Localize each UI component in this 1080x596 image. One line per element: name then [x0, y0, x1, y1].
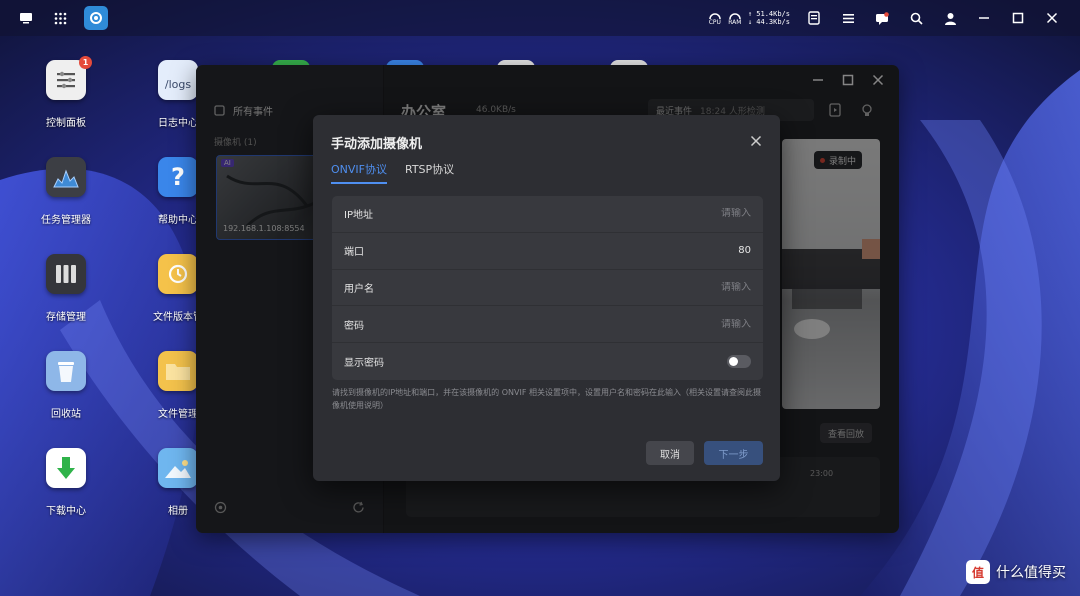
- system-monitor[interactable]: CPU RAM ↑ 51.4Kb/s ↓ 44.3Kb/s: [708, 10, 790, 26]
- port-row: 端口: [332, 233, 763, 270]
- port-input[interactable]: [551, 245, 751, 257]
- dialog-hint: 请找到摄像机的IP地址和端口，并在该摄像机的 ONVIF 相关设置项中，设置用户…: [332, 388, 761, 410]
- settings-list-icon[interactable]: [838, 8, 858, 28]
- search-icon[interactable]: [906, 8, 926, 28]
- control-panel-icon: 1: [46, 56, 92, 100]
- protocol-tabs: ONVIF协议 RTSP协议: [331, 161, 454, 184]
- username-input[interactable]: [551, 281, 751, 293]
- cancel-button[interactable]: 取消: [646, 441, 694, 465]
- camera-form: IP地址 端口 用户名 密码 显示密码: [332, 196, 763, 380]
- user-icon[interactable]: [940, 8, 960, 28]
- tab-rtsp[interactable]: RTSP协议: [405, 161, 454, 184]
- help-icon-text: ?: [171, 163, 185, 191]
- username-label: 用户名: [344, 283, 374, 295]
- ip-label: IP地址: [344, 210, 373, 222]
- photos-icon: [158, 448, 198, 488]
- logs-icon-text: /logs: [164, 77, 192, 91]
- ram-label: RAM: [728, 18, 742, 26]
- network-speed: ↑ 51.4Kb/s ↓ 44.3Kb/s: [748, 10, 790, 26]
- logs-icon: /logs: [158, 60, 198, 100]
- task-manager-icon: [46, 157, 86, 197]
- desktop-icon-download-center[interactable]: 下载中心: [23, 448, 109, 517]
- desktop-icon-task-manager[interactable]: 任务管理器: [23, 157, 109, 226]
- camera-app-icon[interactable]: [84, 6, 108, 30]
- show-password-toggle[interactable]: [727, 355, 751, 369]
- password-input[interactable]: [551, 318, 751, 330]
- minimize-icon[interactable]: [974, 8, 994, 28]
- topbar-right: CPU RAM ↑ 51.4Kb/s ↓ 44.3Kb/s: [708, 0, 1062, 36]
- watermark-logo-icon: 值: [966, 560, 990, 584]
- desktop-icon-label: 回收站: [51, 409, 81, 420]
- show-password-label: 显示密码: [344, 358, 384, 370]
- storage-icon[interactable]: [804, 8, 824, 28]
- download-center-icon: [46, 448, 86, 488]
- tab-onvif[interactable]: ONVIF协议: [331, 161, 387, 184]
- cpu-label: CPU: [708, 18, 721, 26]
- watermark-text: 什么值得买: [996, 565, 1066, 581]
- storage-manager-icon: [46, 254, 86, 294]
- next-button[interactable]: 下一步: [704, 441, 763, 465]
- message-icon[interactable]: [872, 8, 892, 28]
- password-label: 密码: [344, 320, 364, 332]
- port-label: 端口: [344, 247, 364, 259]
- desktop-icon-recycle-bin[interactable]: 回收站: [23, 351, 109, 420]
- desktop-icon-storage-manager[interactable]: 存储管理: [23, 254, 109, 323]
- desktop-icon-label: 文件管理: [158, 409, 198, 420]
- dialog-title: 手动添加摄像机: [331, 137, 423, 152]
- close-icon[interactable]: [1042, 8, 1062, 28]
- file-manager-icon: [158, 351, 198, 391]
- username-row: 用户名: [332, 270, 763, 307]
- file-version-icon: [158, 254, 198, 294]
- desktop-icon-label: 相册: [168, 506, 188, 517]
- desktop-icon-label: 日志中心: [158, 118, 198, 129]
- ip-input[interactable]: [551, 208, 751, 220]
- desktop-icon-label: 控制面板: [46, 118, 86, 129]
- watermark: 值 什么值得买: [966, 560, 1066, 584]
- add-camera-dialog: 手动添加摄像机 ONVIF协议 RTSP协议 IP地址 端口 用户名 密码 显示…: [313, 115, 780, 481]
- show-password-row: 显示密码: [332, 343, 763, 380]
- monitor-icon[interactable]: [16, 8, 36, 28]
- net-up: ↑ 51.4Kb/s: [747, 10, 790, 18]
- restore-icon[interactable]: [1008, 8, 1028, 28]
- top-bar: CPU RAM ↑ 51.4Kb/s ↓ 44.3Kb/s: [0, 0, 1080, 36]
- desktop-icon-control-panel[interactable]: 1 控制面板: [23, 56, 109, 129]
- desktop-icon-label: 任务管理器: [41, 215, 91, 226]
- notification-badge: 1: [79, 56, 92, 69]
- help-center-icon: ?: [158, 157, 198, 197]
- topbar-left: [16, 6, 108, 30]
- dialog-close-icon[interactable]: [750, 132, 764, 147]
- password-row: 密码: [332, 306, 763, 344]
- desktop-icon-label: 下载中心: [46, 506, 86, 517]
- apps-grid-icon[interactable]: [50, 8, 70, 28]
- desktop-icon-label: 存储管理: [46, 312, 86, 323]
- recycle-bin-icon: [46, 351, 86, 391]
- net-down: ↓ 44.3Kb/s: [747, 18, 790, 26]
- desktop-icon-label: 帮助中心: [158, 215, 198, 226]
- ip-row: IP地址: [332, 196, 763, 233]
